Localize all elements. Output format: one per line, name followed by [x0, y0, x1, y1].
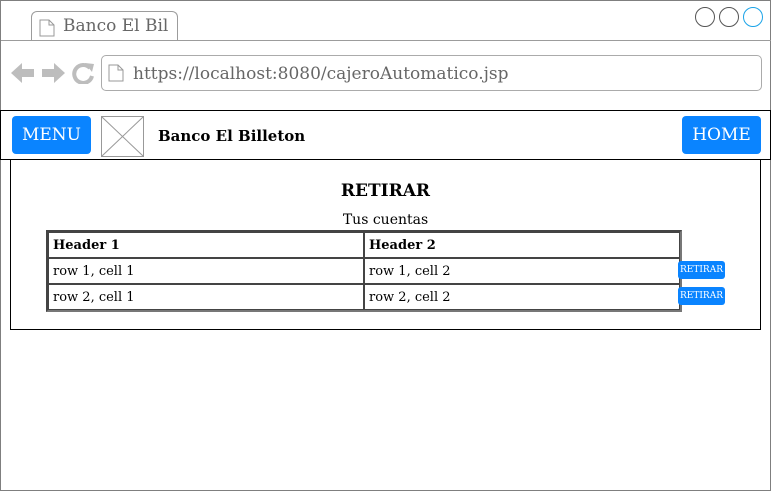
reload-icon[interactable] [71, 62, 95, 88]
withdraw-button-row-2[interactable]: RETIRAR [678, 287, 725, 305]
table-row: row 1, cell 1 row 1, cell 2 [48, 258, 680, 284]
column-header: Header 1 [48, 232, 364, 258]
column-header: Header 2 [364, 232, 680, 258]
maximize-button[interactable] [719, 7, 739, 27]
minimize-button[interactable] [695, 7, 715, 27]
back-arrow-icon[interactable] [11, 62, 35, 88]
brand-name: Banco El Billeton [158, 127, 306, 145]
forward-arrow-icon[interactable] [41, 62, 65, 88]
image-placeholder-icon [101, 116, 144, 157]
table-cell: row 2, cell 1 [48, 284, 364, 310]
tab-bar: Banco El Bil [1, 1, 771, 42]
browser-tab[interactable]: Banco El Bil [31, 11, 178, 42]
url-text: https://localhost:8080/cajeroAutomatico.… [133, 64, 509, 84]
table-header-row: Header 1 Header 2 [48, 232, 680, 258]
document-icon [39, 19, 55, 41]
table-caption: Tus cuentas [342, 212, 429, 228]
table-cell: row 1, cell 1 [48, 258, 364, 284]
site-navbar: MENU Banco El Billeton HOME [0, 110, 771, 160]
withdraw-button-row-1[interactable]: RETIRAR [678, 261, 725, 279]
document-icon [108, 64, 124, 86]
accounts-table: Header 1 Header 2 row 1, cell 1 row 1, c… [46, 230, 682, 312]
address-bar[interactable]: https://localhost:8080/cajeroAutomatico.… [101, 55, 762, 91]
table-cell: row 2, cell 2 [364, 284, 680, 310]
main-panel: RETIRAR Tus cuentas Header 1 Header 2 ro… [10, 160, 761, 330]
page-title: RETIRAR [340, 181, 431, 201]
tab-title: Banco El Bil [63, 16, 169, 36]
close-button[interactable] [743, 7, 763, 27]
table-row: row 2, cell 1 row 2, cell 2 [48, 284, 680, 310]
home-button[interactable]: HOME [682, 116, 761, 154]
menu-button[interactable]: MENU [12, 116, 91, 154]
browser-toolbar: https://localhost:8080/cajeroAutomatico.… [1, 41, 770, 109]
table-cell: row 1, cell 2 [364, 258, 680, 284]
